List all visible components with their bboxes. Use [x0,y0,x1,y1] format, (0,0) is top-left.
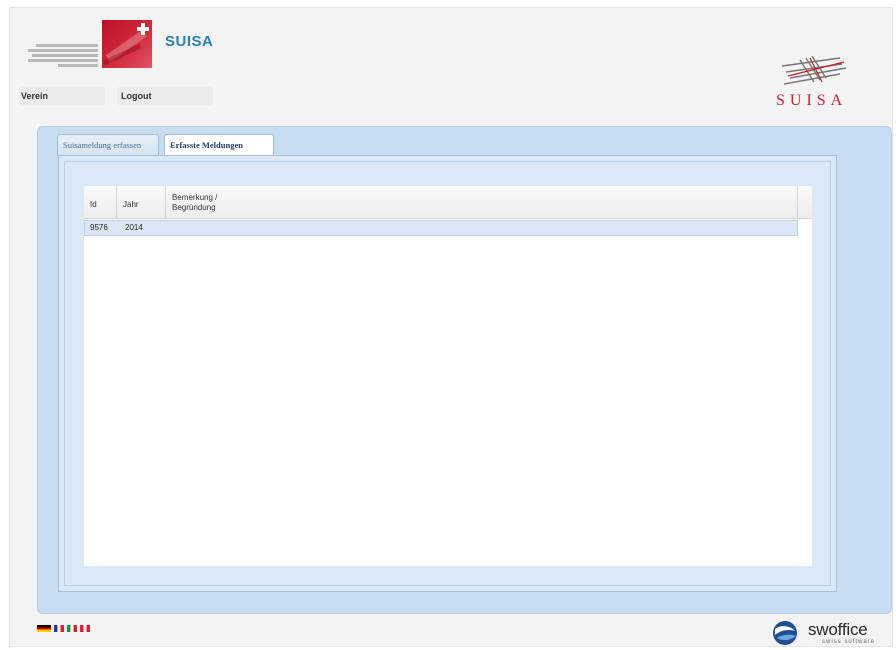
flag-en-icon[interactable] [80,625,90,632]
grid-header: Id Jahr Bemerkung / Begründung [84,186,812,219]
nav-verein[interactable]: Verein [19,87,105,105]
vendor-name: swoffice [808,620,868,639]
logout-button[interactable]: Logout [117,87,213,105]
suisa-logo-icon [781,56,847,85]
swiss-cross-logo [102,20,152,68]
vendor-tagline: swiss software [822,639,876,645]
swiss-cross-icon [137,23,149,35]
association-names-block [24,44,98,69]
cell-id: 9576 [90,223,108,232]
table-row[interactable]: 9576 2014 [84,220,798,236]
tab-suisameldung-erfassen[interactable]: Suisameldung erfassen [57,134,159,156]
tab-erfasste-meldungen[interactable]: Erfasste Meldungen [164,134,274,157]
flag-fr-icon[interactable] [54,625,64,632]
suisa-logo-text: SUISA [776,92,848,109]
column-header-bemerkung[interactable]: Bemerkung / Begründung [166,186,798,219]
column-header-id[interactable]: Id [84,186,117,219]
cell-jahr: 2014 [125,223,143,232]
column-header-jahr[interactable]: Jahr [117,186,166,219]
meldungen-grid: Id Jahr Bemerkung / Begründung 9576 2014 [84,186,812,566]
brand-title: SUISA [165,33,214,50]
flag-it-icon[interactable] [67,625,77,632]
column-header-spacer [798,186,812,219]
swoffice-logo-icon [773,621,797,645]
flag-de-icon[interactable] [37,625,51,632]
